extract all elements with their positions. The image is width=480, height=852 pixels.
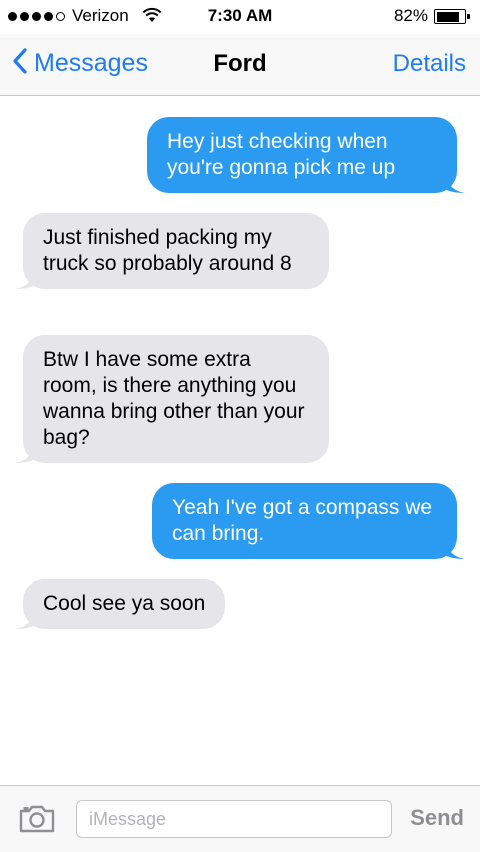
message-outgoing: Hey just checking when you're gonna pick…: [147, 117, 465, 193]
camera-icon[interactable]: [18, 804, 56, 839]
message-incoming: Cool see ya soon: [15, 579, 226, 629]
send-button[interactable]: Send: [410, 805, 464, 831]
message-outgoing: Yeah I've got a compass we can bring.: [152, 483, 465, 559]
battery-percent: 82%: [393, 6, 428, 25]
battery-icon: [434, 9, 470, 24]
nav-bar: Messages Ford Details: [0, 34, 480, 96]
status-bar: Verizon 7:30 AM 82%: [0, 0, 480, 34]
imessage-input[interactable]: [76, 800, 392, 838]
back-button[interactable]: Messages: [12, 48, 148, 79]
details-button[interactable]: Details: [393, 50, 466, 78]
message-bubble-text: Cool see ya soon: [23, 579, 226, 629]
message-bubble-text: Hey just checking when you're gonna pick…: [147, 117, 457, 193]
message-incoming: Btw I have some extra room, is there any…: [15, 335, 329, 463]
message-bubble-text: Yeah I've got a compass we can bring.: [152, 483, 457, 559]
message-bubble-text: Btw I have some extra room, is there any…: [23, 335, 329, 463]
back-button-label: Messages: [34, 49, 148, 77]
message-bubble-text: Just finished packing my truck so probab…: [23, 213, 329, 289]
message-thread[interactable]: Hey just checking when you're gonna pick…: [0, 97, 480, 785]
chevron-left-icon: [12, 48, 28, 79]
message-incoming: Just finished packing my truck so probab…: [15, 213, 329, 289]
compose-bar: Send: [0, 785, 480, 852]
